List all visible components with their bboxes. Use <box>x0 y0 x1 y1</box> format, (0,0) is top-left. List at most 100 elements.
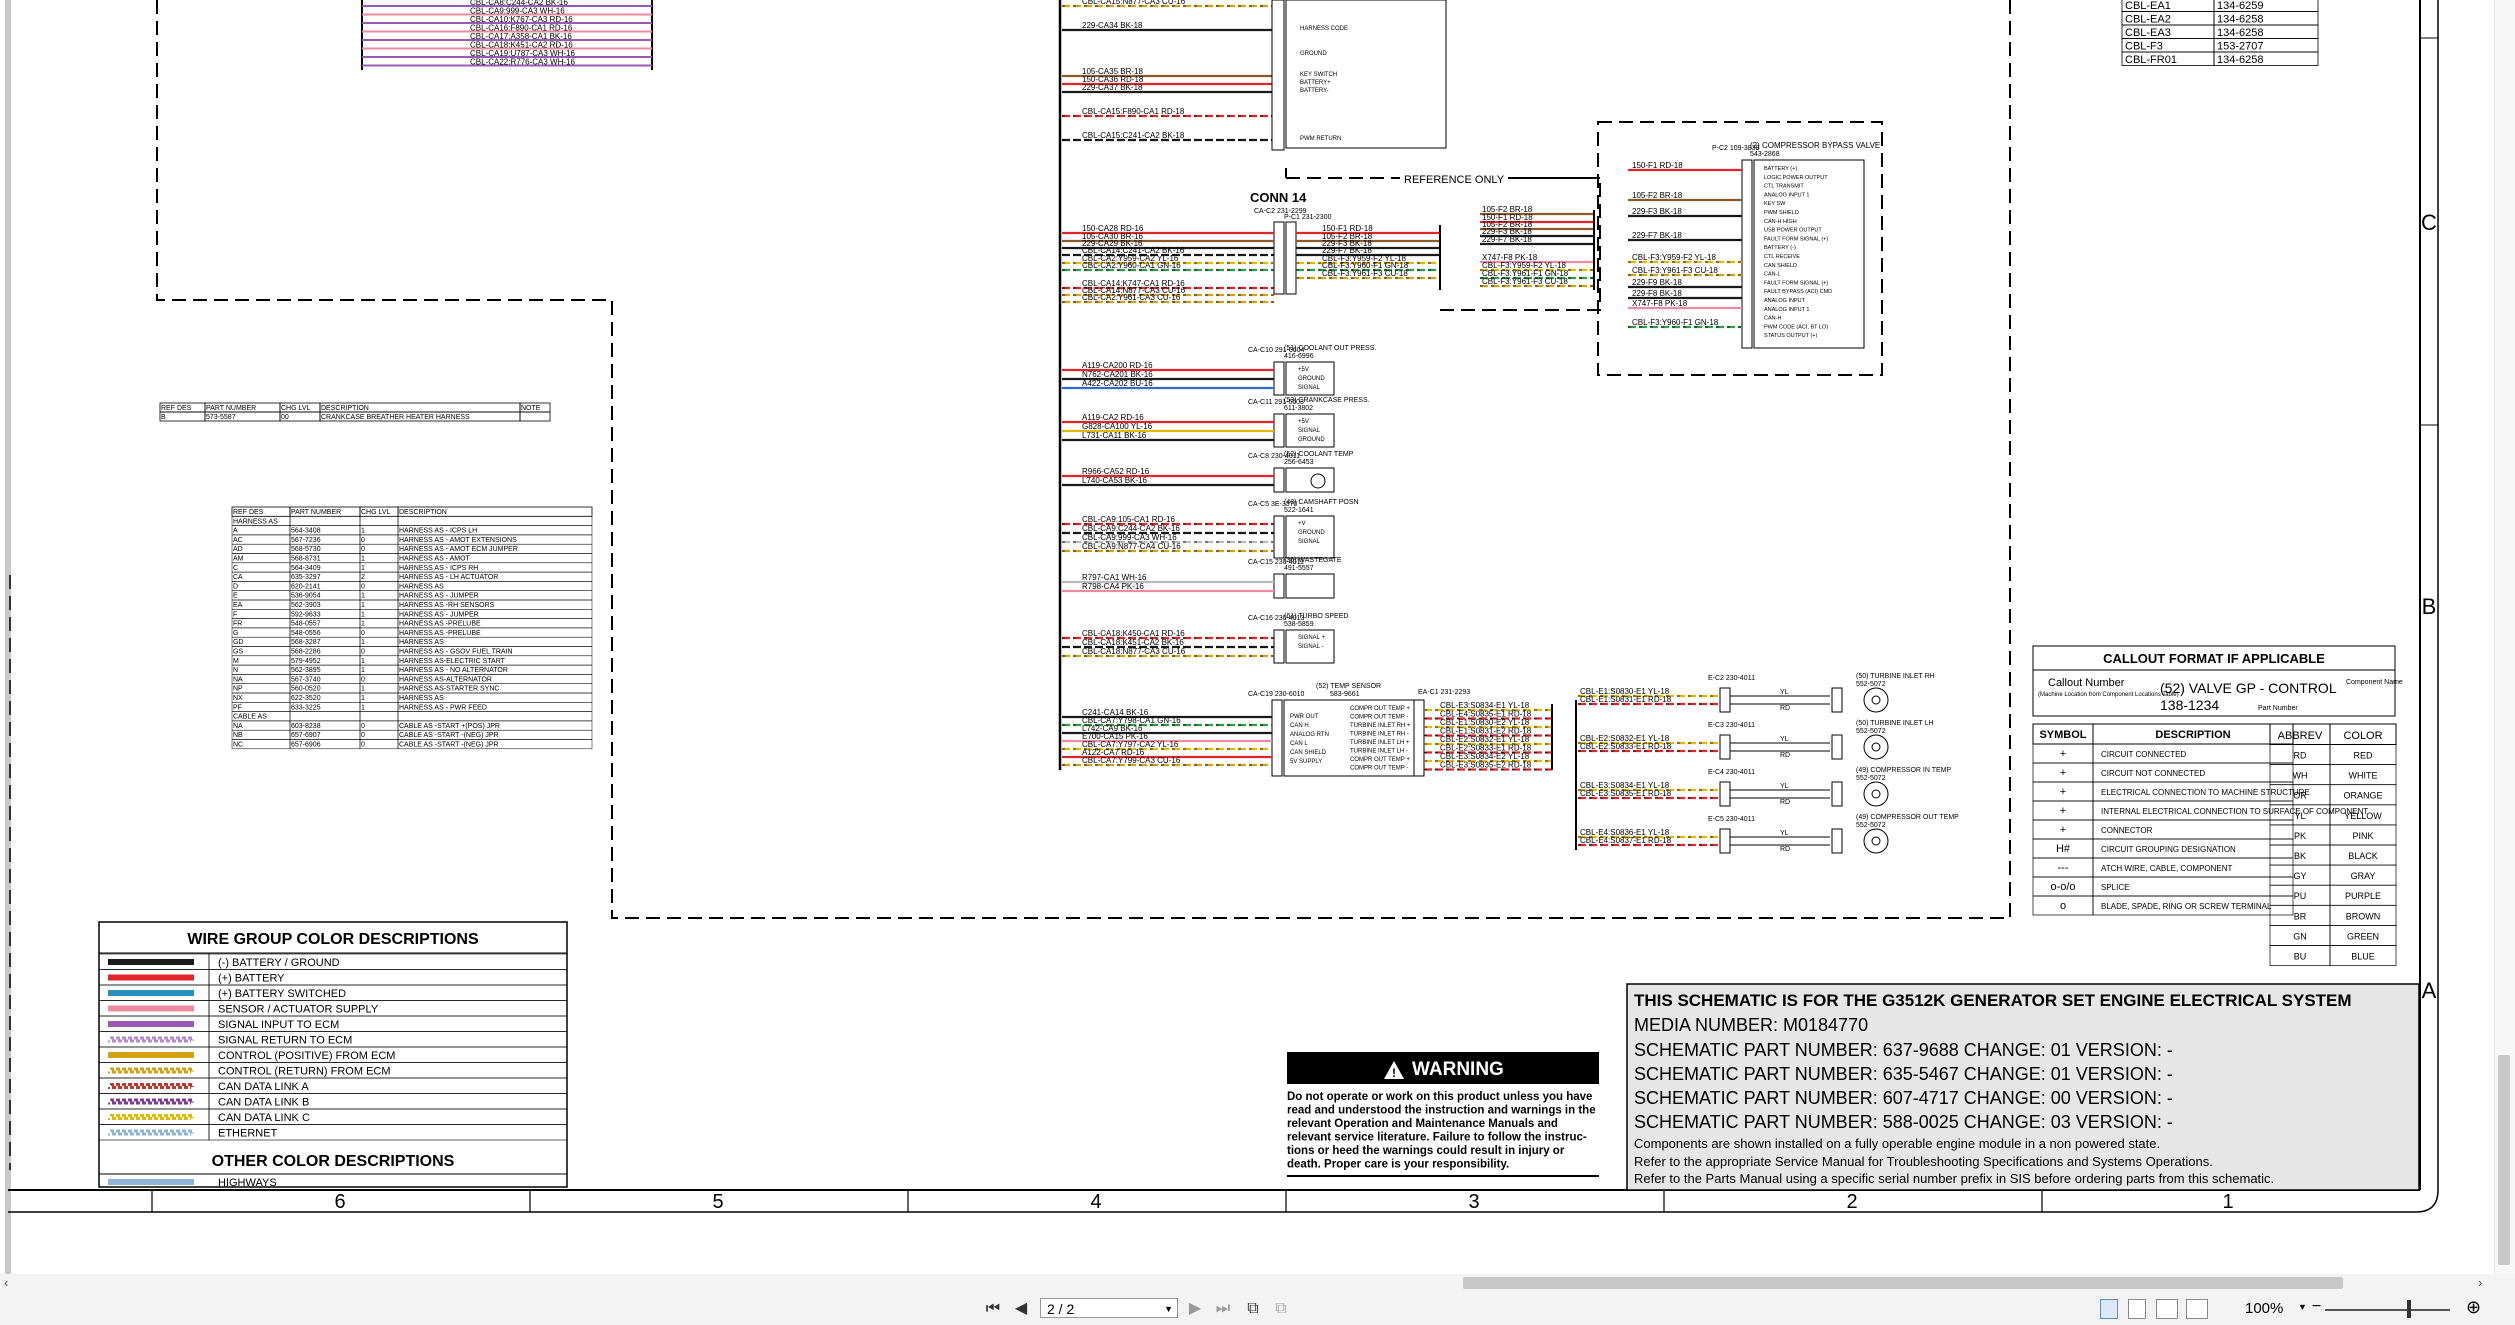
table-cell-text: 2 <box>361 574 365 581</box>
callout-example: (52) VALVE GP - CONTROL <box>2160 680 2337 696</box>
color-name: WHITE <box>2349 771 2378 781</box>
table-cell-text: HARNESS AS <box>399 583 444 590</box>
table-cell-text: 1 <box>361 704 365 711</box>
table-header: DESCRIPTION <box>2155 729 2230 741</box>
pin-label: PWM RETURN <box>1300 136 1341 142</box>
page-number-field[interactable]: 2 / 2 ▼ <box>1040 1298 1178 1318</box>
table-cell-text: AD <box>233 546 243 553</box>
legend-label: SENSOR / ACTUATOR SUPPLY <box>218 1004 379 1016</box>
zoom-slider-handle[interactable] <box>2407 1300 2411 1318</box>
continuous-view-icon[interactable] <box>2128 1299 2146 1319</box>
pin-label: ANALOG INPUT 1 <box>1764 192 1809 198</box>
table-cell-text: 134-6259 <box>2217 0 2264 12</box>
table-cell <box>397 516 593 526</box>
wire-label: 229-F3 BK-18 <box>1632 207 1682 216</box>
table-cell-text: AC <box>233 537 243 544</box>
pin-label: COMPR OUT TEMP - <box>1350 766 1408 772</box>
pin-label: FAULT BYPASS (ACI) CMD <box>1764 289 1832 295</box>
rotate-page-icon[interactable]: ⧉ <box>1242 1298 1264 1320</box>
harness-assembly-table: REF DES PART NUMBER CHG LVL DESCRIPTION HARN… <box>231 506 593 750</box>
zoom-slider[interactable] <box>2325 1309 2450 1311</box>
chevron-down-icon[interactable]: ▼ <box>1164 1299 1173 1319</box>
scroll-left-icon[interactable]: ‹ <box>4 1275 8 1290</box>
pin-label: COMPR OUT TEMP + <box>1350 757 1410 763</box>
table-cell-text: 1 <box>361 593 365 600</box>
color-abbrev: RD <box>2294 751 2307 761</box>
connector-body <box>1741 159 1753 349</box>
first-page-icon[interactable]: ⏮ <box>982 1298 1004 1320</box>
table-cell <box>159 411 206 422</box>
table-cell <box>359 702 399 712</box>
wire-label: N762-CA201 BK-16 <box>1082 370 1153 379</box>
table-cell-text: 0 <box>361 583 365 590</box>
table-cell-text: HARNESS AS - PWR FEED <box>399 704 487 711</box>
table-cell <box>231 562 291 573</box>
wire-label: CBL-F3:Y961-F3 CU-18 <box>1322 269 1408 278</box>
wire-label: A119-CA2 RD-16 <box>1082 413 1144 422</box>
next-page-icon[interactable]: ▶ <box>1184 1298 1206 1320</box>
previous-page-icon[interactable]: ◀ <box>1010 1298 1032 1320</box>
table-cell-text: HARNESS AS - NO ALTERNATOR <box>399 667 508 674</box>
connector-body <box>1831 781 1843 807</box>
sensor-title: (52) TEMP SENSOR <box>1316 683 1381 690</box>
legend-label: CONTROL (POSITIVE) FROM ECM <box>218 1050 395 1062</box>
zoom-in-icon[interactable]: ⊕ <box>2466 1297 2481 1318</box>
pin-label: ANALOG RTN <box>1290 732 1329 738</box>
pin-label: SIGNAL - <box>1298 644 1323 650</box>
table-cell-text: CBL-EA3 <box>2125 27 2171 39</box>
pin-label: RD <box>1780 705 1790 712</box>
table-cell <box>359 599 399 610</box>
copy-page-icon[interactable]: ⧉ <box>1270 1298 1292 1320</box>
two-page-continuous-view-icon[interactable] <box>2186 1299 2208 1319</box>
two-page-view-icon[interactable] <box>2156 1299 2178 1319</box>
table-cell-text: 536-9054 <box>291 593 321 600</box>
title-note: Components are shown installed on a full… <box>1634 1136 2160 1151</box>
horizontal-scroll-thumb[interactable] <box>1463 1277 2343 1289</box>
pin-label: CAN-H <box>1764 316 1781 322</box>
zoom-level[interactable]: 100% <box>2245 1300 2283 1317</box>
warning-text: tions or heed the warnings could result … <box>1287 1145 1565 1157</box>
pin-label: CAN H <box>1290 723 1309 729</box>
wire-label: CBL-E3:S0835-E1 RD-18 <box>1580 789 1672 798</box>
zone-row-label: A <box>2422 978 2437 1003</box>
wire-label: CBL-CA18:K450-CA1 RD-16 <box>1082 629 1185 638</box>
connector-body <box>1273 361 1285 396</box>
legend-title: OTHER COLOR DESCRIPTIONS <box>212 1153 455 1170</box>
table-header: PART NUMBER <box>206 405 256 412</box>
connector-body <box>1413 699 1425 777</box>
pin-label: CAN-H HIGH <box>1764 219 1797 225</box>
table-cell-text: 134-6258 <box>2217 54 2264 66</box>
pin-label: USB POWER OUTPUT <box>1764 228 1822 234</box>
pin-label: PWM SHIELD <box>1764 210 1799 216</box>
scroll-right-icon[interactable]: › <box>2478 1275 2482 1290</box>
pin-label: COMPR OUT TEMP + <box>1350 706 1410 712</box>
table-cell <box>359 525 399 536</box>
connector-body <box>1273 221 1285 295</box>
legend-label: (+) BATTERY SWITCHED <box>218 988 346 1000</box>
component-title: (2) COMPRESSOR BYPASS VALVE <box>1750 141 1880 150</box>
warning-text: Do not operate or work on this product u… <box>1287 1091 1592 1103</box>
pin-label: SIGNAL <box>1298 428 1321 434</box>
sensor-title: (36) WASTEGATE <box>1284 557 1342 564</box>
connector-body <box>1271 0 1285 151</box>
zoom-out-icon[interactable]: − <box>2312 1298 2321 1316</box>
zone-column-labels: 6 5 4 3 2 1 <box>151 1190 2234 1213</box>
vertical-scroll-thumb[interactable] <box>2498 1055 2510 1265</box>
color-abbrev: GY <box>2293 871 2306 881</box>
table-cell <box>231 655 291 666</box>
table-cell-text: HARNESS AS <box>399 639 444 646</box>
table-cell-text: 567-3740 <box>291 676 321 683</box>
schematic-sheet: 6 5 4 3 2 1 C B A CBL-CA8:C244-CA2 BK-16CBL-CA9… <box>5 0 2439 1274</box>
single-page-view-icon[interactable] <box>2100 1299 2118 1319</box>
table-cell-text: 635-3297 <box>291 574 321 581</box>
sensor-symbol <box>1871 836 1881 846</box>
pin-label: YL <box>1780 736 1789 743</box>
last-page-icon[interactable]: ⏭ <box>1212 1298 1234 1320</box>
table-header: NOTE <box>521 405 541 412</box>
pin-label: TURBINE INLET LH + <box>1350 740 1410 746</box>
horizontal-scrollbar[interactable]: ‹ › <box>0 1274 2515 1292</box>
table-header: CHG LVL <box>281 405 311 412</box>
table-cell <box>359 739 399 750</box>
zoom-dropdown-icon[interactable]: ▼ <box>2298 1302 2307 1312</box>
table-header: DESCRIPTION <box>321 405 369 412</box>
